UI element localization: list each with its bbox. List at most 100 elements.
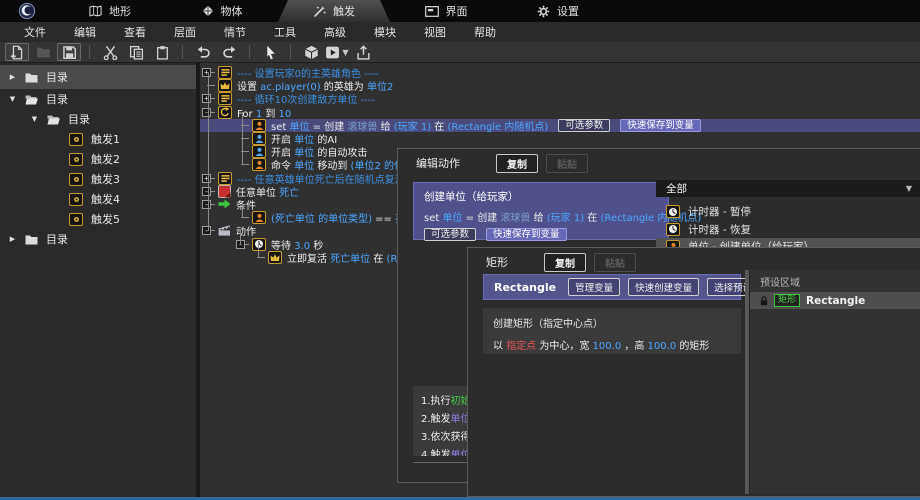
sidebar-folder[interactable]: ▶ 目录	[0, 65, 196, 89]
collapse-arrow-icon[interactable]: ▼	[8, 95, 17, 103]
tab-label: 物体	[221, 3, 243, 19]
chevron-down-icon[interactable]: ▼	[342, 48, 348, 57]
play-button[interactable]: ▼	[325, 43, 349, 61]
tree-guide-line	[208, 73, 209, 231]
optional-params-button[interactable]: 可选参数	[558, 119, 610, 132]
text-segment: 给	[377, 122, 393, 133]
sidebar-divider[interactable]	[196, 63, 200, 497]
trigger-icon	[69, 193, 83, 206]
menu-item[interactable]: 情节	[210, 24, 260, 40]
menu-item[interactable]: 层面	[160, 24, 210, 40]
tree-row[interactable]: 设置 ac.player(0) 的英雄为 单位2	[200, 79, 920, 92]
rectangle-function-card[interactable]: 创建矩形（指定中心点） 以 指定点 为中心，宽 100.0 ，高 100.0 的…	[483, 308, 741, 354]
action-filter-dropdown[interactable]: 全部 ▼	[656, 180, 920, 197]
tree-row-comment[interactable]: +---- 循环10次创建敌方单位 ----	[200, 92, 920, 105]
copy-button[interactable]: 复制	[544, 253, 586, 272]
variable-row[interactable]: Rectangle 管理变量 快速创建变量 选择预设区域	[483, 274, 741, 300]
collapse-arrow-icon[interactable]: ▼	[30, 115, 39, 123]
text-segment: 3.依次获得	[421, 432, 471, 443]
tab-interface[interactable]: 界面	[390, 0, 502, 22]
optional-params-button[interactable]: 可选参数	[424, 228, 476, 241]
collapse-toggle[interactable]: -	[202, 200, 211, 209]
collapse-toggle[interactable]: -	[202, 187, 211, 196]
cut-button[interactable]	[98, 43, 122, 61]
menu-item[interactable]: 文件	[10, 24, 60, 40]
sidebar-item-触发3[interactable]: 触发3	[0, 169, 196, 189]
menu-item[interactable]: 查看	[110, 24, 160, 40]
quick-create-variable-button[interactable]: 快速创建变量	[628, 278, 699, 296]
paste-button[interactable]	[150, 43, 174, 61]
export-button[interactable]	[351, 43, 375, 61]
save-button[interactable]	[57, 43, 81, 61]
action-icon	[218, 225, 231, 236]
open-folder-button[interactable]	[31, 43, 55, 61]
sidebar-folder[interactable]: ▼目录	[0, 89, 196, 109]
sidebar-item-触发1[interactable]: 触发1	[0, 129, 196, 149]
action-type-item[interactable]: 计时器 - 暂停	[656, 203, 920, 221]
region-name: Rectangle	[806, 295, 865, 307]
toolbar-separator	[249, 45, 250, 59]
tab-objects[interactable]: 物体	[166, 0, 278, 22]
sidebar-item-触发5[interactable]: 触发5	[0, 209, 196, 229]
cursor-button[interactable]	[258, 43, 282, 61]
redo-button[interactable]	[217, 43, 241, 61]
menu-item[interactable]: 模块	[360, 24, 410, 40]
tab-triggers[interactable]: 触发	[278, 0, 390, 22]
copy-button[interactable]: 复制	[496, 154, 538, 173]
text-segment: 创建	[477, 213, 500, 224]
sidebar-item-触发2[interactable]: 触发2	[0, 149, 196, 169]
preset-region-row[interactable]: 矩形 Rectangle	[750, 292, 920, 309]
menu-item[interactable]: 编辑	[60, 24, 110, 40]
edit-action-dialog-header[interactable]: 编辑动作 复制 粘贴	[398, 149, 920, 177]
expand-toggle[interactable]: +	[202, 94, 211, 103]
app-logo-icon	[18, 2, 36, 20]
app-logo[interactable]	[0, 0, 54, 22]
toolbar: ▼	[0, 42, 920, 63]
expand-toggle[interactable]: +	[202, 68, 211, 77]
sidebar-item-触发4[interactable]: 触发4	[0, 189, 196, 209]
tree-row[interactable]: set 单位 = 创建 滚球兽 给 (玩家 1) 在 (Rectangle 内随…	[200, 119, 920, 132]
cube-button[interactable]	[299, 43, 323, 61]
text-segment: (玩家 1)	[394, 122, 431, 133]
collapse-toggle[interactable]: -	[202, 108, 211, 117]
new-file-button[interactable]	[5, 43, 29, 61]
paste-button[interactable]: 粘贴	[594, 253, 636, 272]
tree-row-comment[interactable]: +---- 设置玩家0的主英雄角色 ----	[200, 66, 920, 79]
expand-toggle[interactable]: +	[202, 174, 211, 183]
rectangle-dialog: 矩形 复制 粘贴 Rectangle 管理变量 快速创建变量 选择预设区域 创建…	[467, 247, 920, 497]
tab-label: 地形	[109, 3, 131, 19]
copy-button[interactable]	[124, 43, 148, 61]
sidebar-folder[interactable]: ▶目录	[0, 229, 196, 249]
menu-item[interactable]: 帮助	[460, 24, 510, 40]
sidebar-item-label: 目录	[46, 69, 68, 85]
action-card[interactable]: 创建单位（给玩家） set 单位 = 创建 滚球兽 给 (玩家 1) 在 (Re…	[413, 182, 669, 240]
quick-save-variable-button[interactable]: 快速保存到变量	[486, 228, 567, 241]
tree-row[interactable]: -For 1 到 10	[200, 106, 920, 119]
tree-connector	[241, 164, 249, 165]
action-card-expression: set 单位 = 创建 滚球兽 给 (玩家 1) 在 (Rectangle 内随…	[424, 209, 658, 224]
action-type-label: 计时器 - 恢复	[688, 222, 751, 237]
collapse-toggle[interactable]: -	[202, 226, 211, 235]
manage-variables-button[interactable]: 管理变量	[568, 278, 620, 296]
wand-icon	[313, 5, 326, 18]
toolbar-separator	[182, 45, 183, 59]
tab-bar: 地形 物体 触发界面设置	[0, 0, 920, 22]
text-segment: 在	[584, 213, 600, 224]
quick-save-variable-button[interactable]: 快速保存到变量	[620, 119, 701, 132]
expand-arrow-icon[interactable]: ▶	[8, 73, 17, 81]
undo-button[interactable]	[191, 43, 215, 61]
text-segment: 单位	[442, 213, 462, 224]
action-type-item[interactable]: 计时器 - 恢复	[656, 221, 920, 239]
expand-arrow-icon[interactable]: ▶	[8, 235, 17, 243]
menu-item[interactable]: 工具	[260, 24, 310, 40]
sidebar-folder[interactable]: ▼目录	[0, 109, 196, 129]
menu-item[interactable]: 视图	[410, 24, 460, 40]
paste-button[interactable]: 粘贴	[546, 154, 588, 173]
tree-row[interactable]: 开启 单位 的AI	[200, 132, 920, 145]
trigger-icon	[69, 153, 83, 166]
dialog-title: 矩形	[486, 254, 508, 270]
tab-settings[interactable]: 设置	[502, 0, 614, 22]
tab-terrain[interactable]: 地形	[54, 0, 166, 22]
menu-item[interactable]: 高级	[310, 24, 360, 40]
unit-icon	[252, 158, 266, 171]
